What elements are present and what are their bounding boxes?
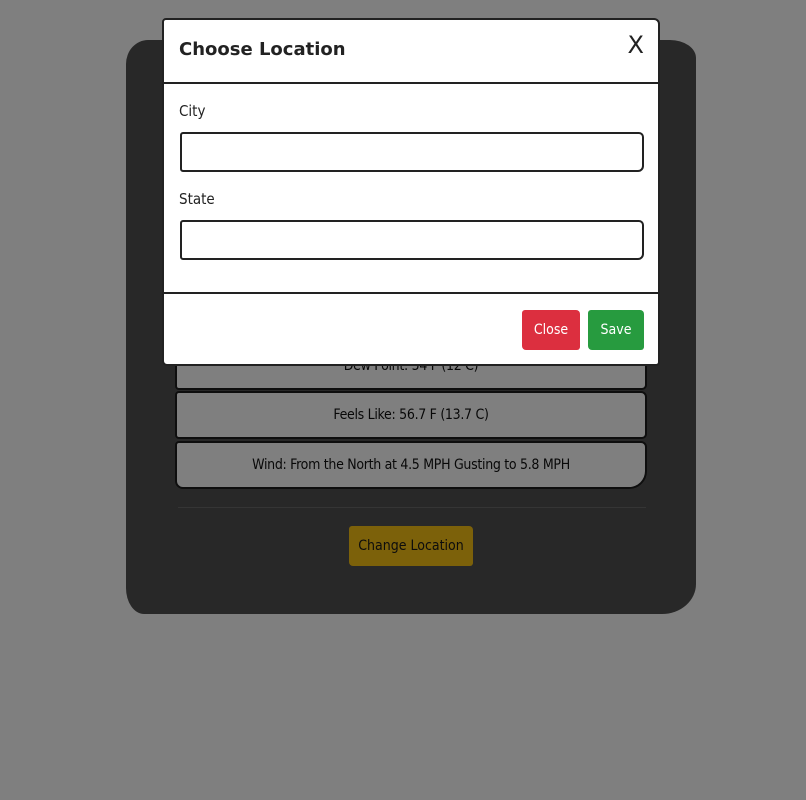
modal-footer: Close Save	[164, 292, 658, 364]
close-button[interactable]: Close	[522, 310, 580, 350]
close-icon[interactable]: X	[628, 30, 644, 60]
modal-header: Choose Location X	[164, 20, 658, 84]
city-input[interactable]	[180, 132, 644, 172]
state-input[interactable]	[180, 220, 644, 260]
choose-location-modal: Choose Location X City State Close Save	[162, 18, 660, 366]
modal-title: Choose Location	[179, 39, 346, 60]
state-label: State	[179, 190, 215, 208]
save-button[interactable]: Save	[588, 310, 644, 350]
city-label: City	[179, 102, 206, 120]
